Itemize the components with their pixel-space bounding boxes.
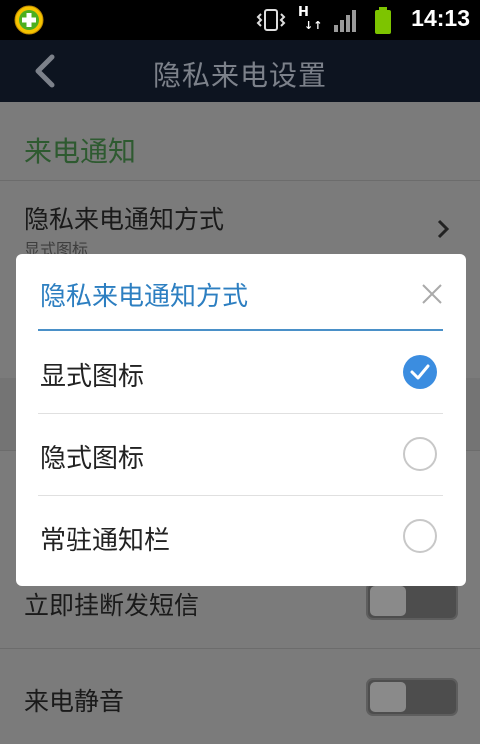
hangup-sms-toggle[interactable] — [366, 582, 458, 620]
divider — [0, 648, 480, 649]
chevron-right-icon — [437, 219, 450, 239]
data-activity-icon: ↓↑ — [304, 19, 323, 32]
toggle-knob — [370, 682, 406, 712]
unchecked-radio-icon[interactable] — [402, 436, 438, 472]
status-bar: H ↓↑ 14:13 — [0, 0, 480, 40]
section-header: 来电通知 — [24, 135, 137, 168]
battery-icon — [375, 7, 391, 34]
signal-strength-icon — [334, 10, 356, 32]
unchecked-radio-icon[interactable] — [402, 518, 438, 554]
toggle-knob — [370, 586, 406, 616]
option-label: 显式图标 — [40, 362, 145, 392]
dialog-title: 隐私来电通知方式 — [40, 282, 249, 312]
network-type-label: H — [298, 5, 309, 20]
vibrate-icon — [256, 9, 286, 31]
divider — [0, 180, 480, 181]
option-explicit-icon[interactable]: 显式图标 — [38, 332, 443, 414]
checked-radio-icon[interactable] — [402, 354, 438, 390]
option-implicit-icon[interactable]: 隐式图标 — [38, 414, 443, 496]
app-notification-icon — [14, 5, 44, 35]
option-persistent-notification[interactable]: 常驻通知栏 — [38, 496, 443, 578]
page-title: 隐私来电设置 — [152, 59, 327, 92]
row-title: 隐私来电通知方式 — [24, 205, 225, 234]
dialog-title-divider — [38, 329, 443, 331]
notification-mode-dialog: 隐私来电通知方式 显式图标 隐式图标 常驻通知栏 — [16, 254, 466, 586]
option-label: 常驻通知栏 — [40, 526, 171, 556]
row-title: 来电静音 — [24, 687, 125, 716]
clock: 14:13 — [411, 5, 470, 31]
row-title: 立即挂断发短信 — [24, 591, 200, 620]
mute-call-toggle[interactable] — [366, 678, 458, 716]
close-icon[interactable] — [420, 282, 444, 306]
title-bar: 隐私来电设置 — [0, 40, 480, 102]
network-type-indicator: H ↓↑ — [298, 6, 322, 32]
option-label: 隐式图标 — [40, 444, 145, 474]
